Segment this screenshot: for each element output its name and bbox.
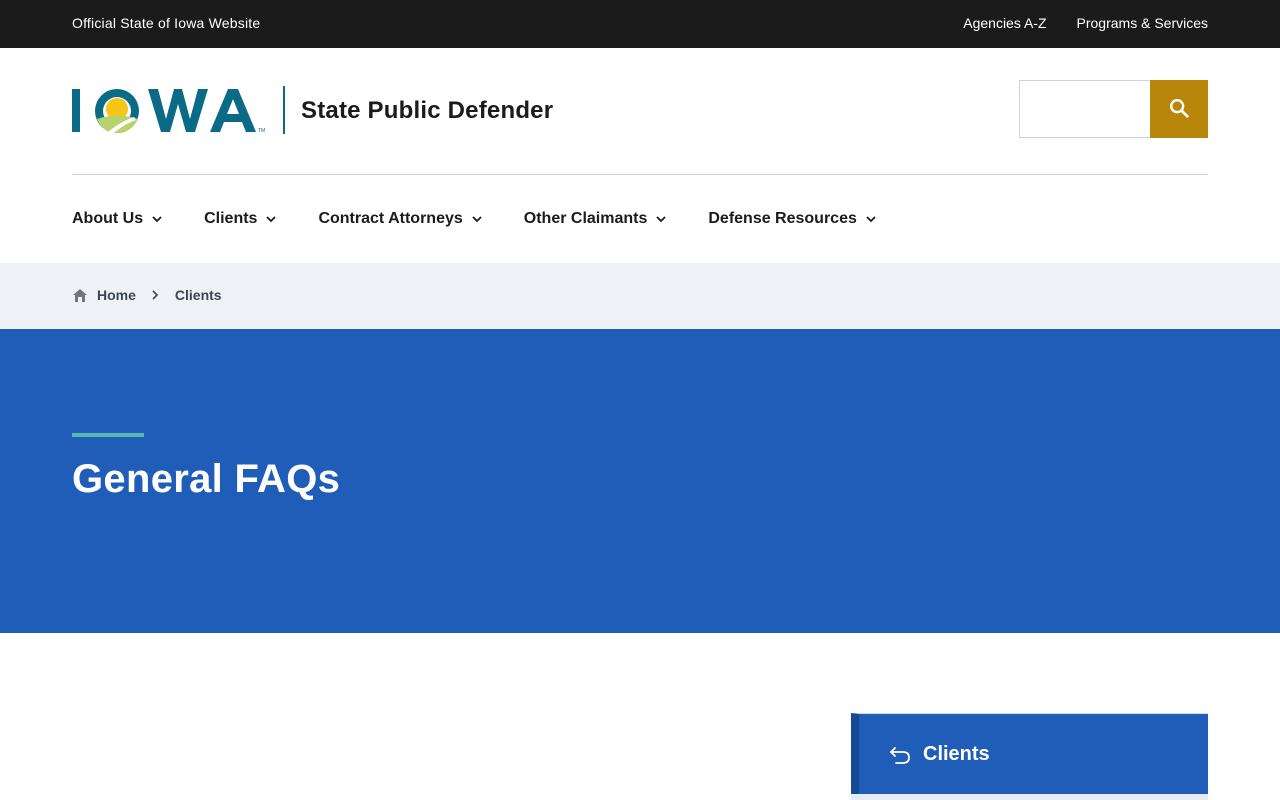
card-bottom-strip — [851, 794, 1208, 800]
nav-item-label: Other Claimants — [523, 210, 648, 227]
nav-item-other-claimants[interactable]: Other Claimants — [524, 208, 667, 230]
chevron-down-icon — [866, 215, 876, 223]
section-back-link[interactable]: Clients — [889, 743, 990, 766]
section-back-label: Clients — [923, 743, 990, 765]
home-icon — [72, 288, 88, 303]
official-site-label: Official State of Iowa Website — [72, 15, 261, 31]
hero-accent-line — [72, 433, 144, 437]
nav-item-label: Defense Resources — [708, 210, 857, 227]
breadcrumb: Home Clients — [0, 263, 1280, 329]
breadcrumb-home-link[interactable]: Home — [97, 287, 136, 303]
chevron-down-icon — [656, 215, 666, 223]
nav-item-defense-resources[interactable]: Defense Resources — [708, 208, 876, 230]
section-nav-card: Clients — [851, 713, 1208, 800]
search-icon — [1168, 97, 1190, 122]
agencies-a-z-link[interactable]: Agencies A-Z — [963, 15, 1046, 31]
chevron-right-icon — [152, 290, 159, 300]
nav-item-label: About Us — [72, 210, 144, 227]
nav-item-contract-attorneys[interactable]: Contract Attorneys — [318, 208, 482, 230]
iowa-logo-mark: TM — [72, 89, 265, 134]
search-input[interactable] — [1019, 80, 1150, 138]
site-title[interactable]: State Public Defender — [301, 97, 553, 125]
chevron-down-icon — [152, 215, 162, 223]
page-hero: General FAQs — [0, 329, 1280, 633]
nav-item-label: Clients — [204, 210, 258, 227]
back-arrow-icon — [889, 746, 911, 764]
chevron-down-icon — [472, 215, 482, 223]
search-button[interactable] — [1150, 80, 1208, 138]
iowa-logo[interactable]: TM — [72, 86, 272, 138]
logo-divider — [283, 86, 285, 134]
svg-text:TM: TM — [258, 128, 265, 134]
header-divider — [72, 174, 1208, 175]
page-title: General FAQs — [72, 457, 341, 501]
nav-item-label: Contract Attorneys — [318, 210, 463, 227]
chevron-down-icon — [266, 215, 277, 223]
utility-links: Agencies A-Z Programs & Services — [963, 15, 1208, 31]
breadcrumb-clients-link[interactable]: Clients — [175, 287, 222, 303]
site-header: TM State Public Defender About Us Client… — [0, 48, 1280, 263]
main-nav: About Us Clients Contract Attorneys Othe… — [72, 208, 918, 230]
search-form — [1019, 80, 1208, 138]
programs-services-link[interactable]: Programs & Services — [1077, 15, 1208, 31]
nav-item-about-us[interactable]: About Us — [72, 208, 162, 230]
top-utility-bar: Official State of Iowa Website Agencies … — [0, 0, 1280, 48]
nav-item-clients[interactable]: Clients — [204, 208, 277, 230]
